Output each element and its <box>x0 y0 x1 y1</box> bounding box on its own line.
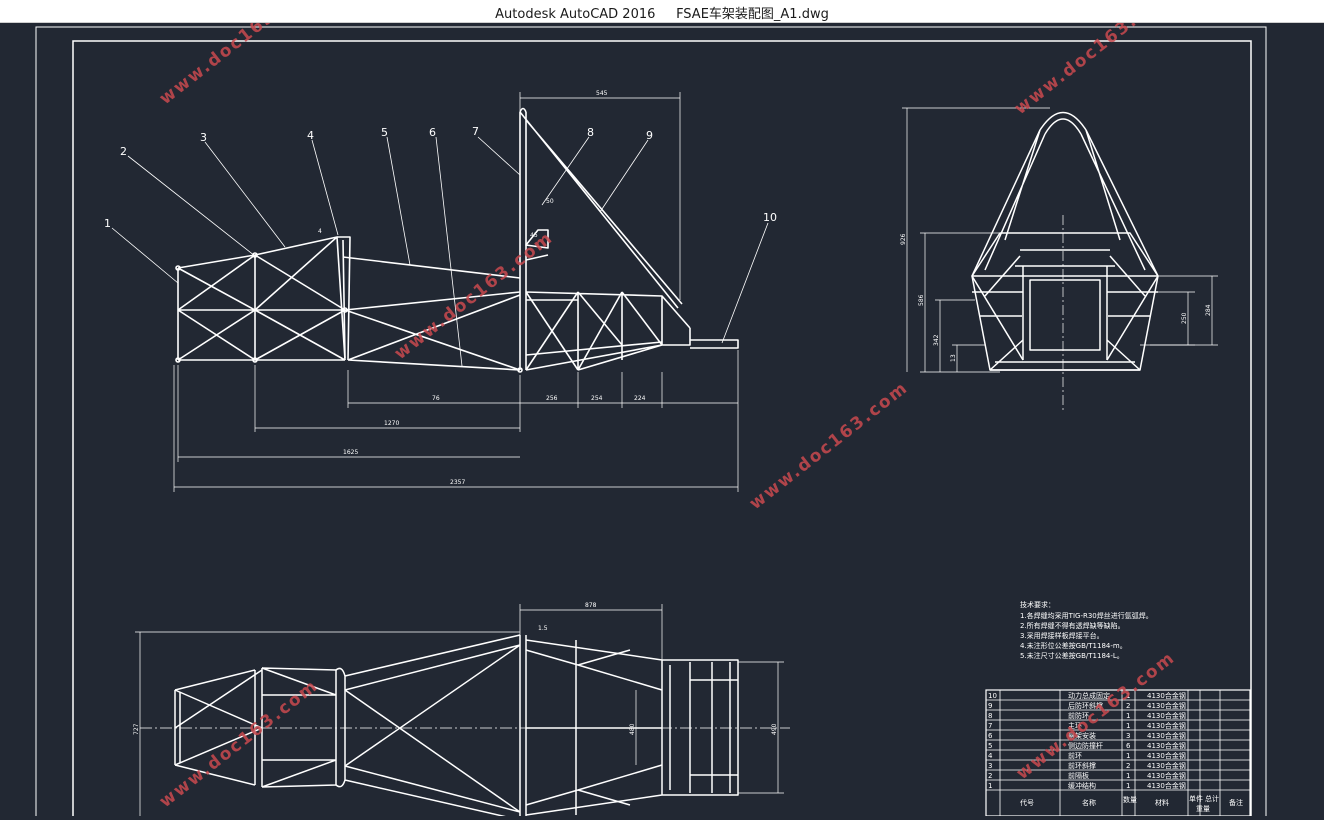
tech-note-4: 4.未注形位公差按GB/T1184-m。 <box>1020 641 1127 650</box>
dim-254: 254 <box>591 395 603 402</box>
watermark-3: www.doc163.com <box>391 228 558 364</box>
bom-header: 代号 名称 数量 材料 单件 总计 重量 备注 <box>1020 794 1243 813</box>
balloon-3: 3 <box>200 131 207 144</box>
bom-cell-qty: 1 <box>1126 772 1130 780</box>
dim-490: 490 <box>771 723 778 735</box>
tech-notes: 技术要求： 1.各焊缝均采用TIG-R30焊丝进行氩弧焊。 2.所有焊缝不得有透… <box>1020 600 1153 660</box>
bom-cell-qty: 1 <box>1126 722 1130 730</box>
balloon-10: 10 <box>763 211 777 224</box>
watermark-1: www.doc163.com <box>156 23 323 109</box>
front-view-dim-texts: 926 586 342 13 284 250 <box>900 233 1212 362</box>
bom-cell-mat: 4130合金钢 <box>1147 731 1186 740</box>
bom-header-weight: 重量 <box>1196 805 1210 813</box>
bom-cell-mat: 4130合金钢 <box>1147 741 1186 750</box>
bom-cell-no: 1 <box>988 782 992 790</box>
bom-header-mat: 材料 <box>1155 798 1169 807</box>
bom-cell-no: 7 <box>988 722 992 730</box>
watermark-5: www.doc163.com <box>156 676 323 812</box>
bom-cell-no: 2 <box>988 772 992 780</box>
bom-header-remark: 备注 <box>1229 798 1243 807</box>
bom-cell-mat: 4130合金钢 <box>1147 761 1186 770</box>
bom-cell-mat: 4130合金钢 <box>1147 751 1186 760</box>
bom-cell-qty: 1 <box>1126 782 1130 790</box>
balloon-8: 8 <box>587 126 594 139</box>
dim-342: 342 <box>933 334 940 346</box>
tech-note-5: 5.未注尺寸公差按GB/T1184-L。 <box>1020 651 1124 660</box>
dim-76: 76 <box>432 395 440 402</box>
tech-note-2: 2.所有焊缝不得有透焊缺等缺陷。 <box>1020 621 1125 630</box>
title-bar: Autodesk AutoCAD 2016 FSAE车架装配图_A1.dwg <box>0 0 1324 23</box>
dim-50: 50 <box>546 198 554 205</box>
balloon-7: 7 <box>472 125 479 138</box>
tech-note-3: 3.采用焊接样板焊接平台。 <box>1020 631 1104 640</box>
side-view <box>175 107 739 373</box>
bom-cell-name: 缓冲结构 <box>1068 781 1096 790</box>
dim-878: 878 <box>585 602 597 609</box>
dim-586: 586 <box>918 294 925 306</box>
dim-256: 256 <box>546 395 558 402</box>
bom-cell-mat: 4130合金钢 <box>1147 721 1186 730</box>
dim-angle: 4 <box>318 228 322 235</box>
bom-cell-qty: 6 <box>1126 742 1131 750</box>
dim-1625: 1625 <box>343 449 358 456</box>
top-view-dimensions <box>135 604 784 816</box>
bom-header-code: 代号 <box>1020 798 1034 807</box>
file-name: FSAE车架装配图_A1.dwg <box>676 7 829 22</box>
dim-2357: 2357 <box>450 479 465 486</box>
bom-cell-no: 8 <box>988 712 992 720</box>
dim-480: 480 <box>629 723 636 735</box>
bom-cell-mat: 4130合金钢 <box>1147 711 1186 720</box>
top-view <box>140 634 790 820</box>
dim-250: 250 <box>1181 312 1188 324</box>
top-view-dim-texts: 878 727 480 490 1.5 <box>133 602 778 735</box>
bom-cell-mat: 4130合金钢 <box>1147 771 1186 780</box>
tech-notes-title: 技术要求： <box>1020 600 1055 609</box>
bom-header-unit: 单件 <box>1189 794 1203 803</box>
bom-cell-name: 前环斜撑 <box>1068 761 1096 770</box>
bom-cell-no: 5 <box>988 742 992 750</box>
dim-224: 224 <box>634 395 646 402</box>
balloon-2: 2 <box>120 145 127 158</box>
bom-cell-no: 9 <box>988 702 992 710</box>
side-view-dimensions <box>173 92 739 492</box>
balloon-9: 9 <box>646 129 653 142</box>
bom-cell-qty: 1 <box>1126 712 1130 720</box>
bom-cell-qty: 2 <box>1126 762 1130 770</box>
front-view <box>971 111 1159 371</box>
bom-cell-name: 前环 <box>1068 751 1082 760</box>
bom-cell-no: 10 <box>988 692 997 700</box>
bom-cell-mat: 4130合金钢 <box>1147 781 1186 790</box>
balloon-4: 4 <box>307 129 314 142</box>
bom-header-total: 总计 <box>1205 794 1219 803</box>
bom-header-qty: 数量 <box>1123 795 1137 804</box>
watermark-4: www.doc163.com <box>746 378 913 514</box>
bom-cell-mat: 4130合金钢 <box>1147 691 1186 700</box>
bom-cell-mat: 4130合金钢 <box>1147 701 1186 710</box>
dim-13: 13 <box>950 354 957 362</box>
front-view-dimensions <box>902 107 1218 410</box>
watermark-2: www.doc163.com <box>1011 23 1178 119</box>
drawing-canvas[interactable]: 1 2 3 4 5 6 7 8 9 10 545 76 256 254 224 … <box>0 0 1324 820</box>
balloon-1: 1 <box>104 217 111 230</box>
bom-cell-qty: 1 <box>1126 752 1130 760</box>
app-name: Autodesk AutoCAD 2016 <box>495 7 656 22</box>
bom-header-name: 名称 <box>1082 798 1096 807</box>
bom-cell-no: 4 <box>988 752 993 760</box>
balloon-5: 5 <box>381 126 388 139</box>
dim-545: 545 <box>596 90 608 97</box>
bom-cell-no: 6 <box>988 732 993 740</box>
dim-angle-top: 1.5 <box>538 625 548 632</box>
dim-1270: 1270 <box>384 420 399 427</box>
dim-284: 284 <box>1205 304 1212 316</box>
bom-cell-name: 前隔板 <box>1068 771 1089 780</box>
window-title: Autodesk AutoCAD 2016 FSAE车架装配图_A1.dwg <box>0 3 1324 22</box>
balloon-6: 6 <box>429 126 436 139</box>
bom-cell-no: 3 <box>988 762 992 770</box>
dim-727: 727 <box>133 723 140 735</box>
dim-926: 926 <box>900 233 907 245</box>
tech-note-1: 1.各焊缝均采用TIG-R30焊丝进行氩弧焊。 <box>1020 611 1153 620</box>
bom-cell-qty: 3 <box>1126 732 1130 740</box>
